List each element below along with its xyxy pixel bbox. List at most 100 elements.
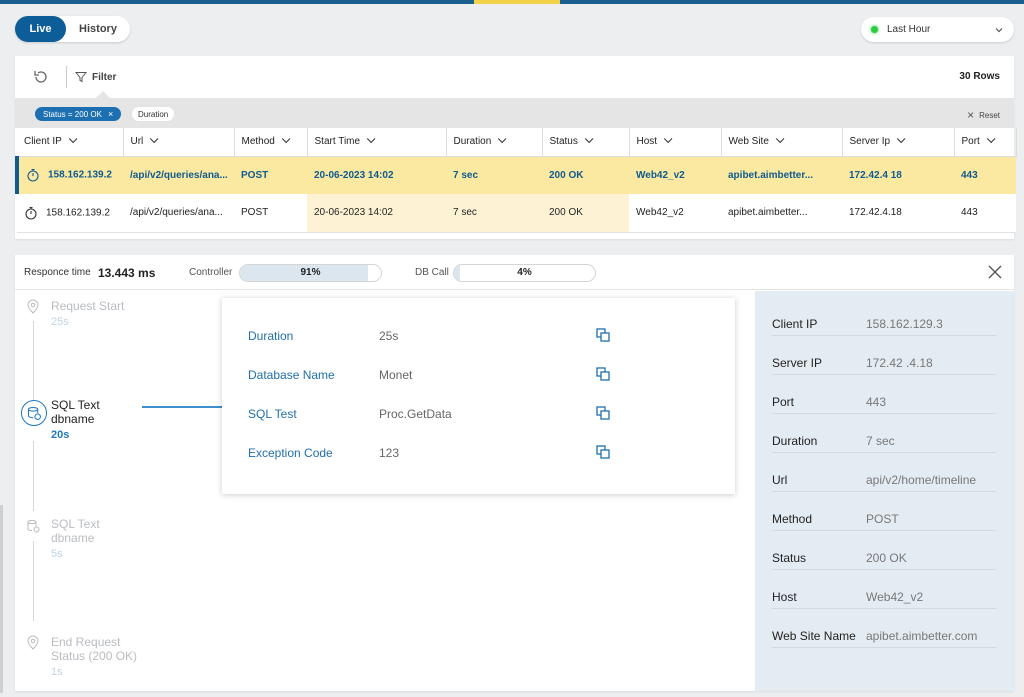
cell-method: POST	[234, 194, 307, 233]
info-key: Server IP	[772, 356, 823, 370]
cell-client-ip: 158.162.139.2	[17, 194, 123, 233]
detail-value: Proc.GetData	[379, 407, 452, 421]
copy-icon[interactable]	[596, 328, 610, 342]
column-header-label: Server Ip	[849, 136, 891, 148]
rows-count: 30 Rows	[959, 71, 1000, 82]
cell-host: Web42_v2	[629, 156, 721, 194]
chevron-down-icon	[498, 134, 507, 144]
timeline-step-title: Request Start	[51, 299, 125, 313]
table-row[interactable]: 158.162.139.2 /api/v2/queries/ana... POS…	[15, 156, 1016, 194]
database-icon	[27, 519, 40, 533]
info-key: Status	[772, 551, 807, 565]
cell-host: Web42_v2	[629, 194, 721, 233]
detail-value: 123	[379, 446, 400, 460]
detail-row: Exception Code 123	[248, 443, 718, 463]
column-header-label: Method	[241, 136, 275, 148]
info-key: Client IP	[772, 317, 818, 331]
chevron-down-icon	[986, 134, 996, 144]
cell-web-site: apibet.aimbetter...	[721, 156, 842, 194]
column-header[interactable]: Method	[234, 128, 308, 157]
copy-icon[interactable]	[596, 406, 610, 420]
detail-header: Responce time 13.443 ms Controller 91% D…	[15, 255, 1014, 290]
info-key: Port	[772, 395, 795, 409]
column-header[interactable]: Web Site	[721, 128, 843, 157]
mode-toggle: Live History	[15, 16, 130, 42]
cell-method: POST	[234, 156, 307, 194]
column-header-label: Client IP	[24, 136, 62, 148]
chevron-down-icon	[366, 134, 376, 144]
reset-button[interactable]: × Reset	[967, 108, 1000, 122]
info-value: 158.162.129.3	[866, 317, 943, 331]
cell-start-time: 20-06-2023 14:02	[307, 194, 446, 233]
refresh-icon[interactable]	[33, 69, 49, 85]
cell-port: 443	[954, 156, 1016, 194]
info-row: Server IP 172.42 .4.18	[772, 345, 996, 375]
column-header[interactable]: Client IP	[17, 128, 124, 157]
table-header: Client IP Url Method Start Time Duration…	[17, 128, 1017, 157]
db-call-progress-value: 4%	[517, 267, 532, 278]
timeline-step-title: SQL Text	[51, 398, 100, 412]
detail-value: Monet	[379, 368, 413, 382]
timeline-connector	[33, 321, 34, 403]
close-icon[interactable]	[986, 263, 1004, 281]
request-detail-panel: Responce time 13.443 ms Controller 91% D…	[15, 255, 1014, 691]
filter-button[interactable]: Filter	[75, 70, 116, 84]
timeline-step-time: 1s	[51, 666, 63, 678]
requests-table: Client IP Url Method Start Time Duration…	[15, 128, 1017, 233]
detail-row: SQL Test Proc.GetData	[248, 404, 718, 424]
location-pin-icon	[27, 635, 39, 650]
filter-icon	[75, 72, 87, 83]
column-header-label: Duration	[453, 136, 492, 148]
cell-server-ip: 172.42.4 18	[842, 156, 954, 194]
chevron-down-icon	[68, 134, 78, 144]
chevron-down-icon	[995, 27, 1003, 32]
time-range-select[interactable]: Last Hour	[861, 17, 1014, 42]
column-header[interactable]: Host	[629, 128, 722, 157]
info-key: Duration	[772, 434, 818, 448]
column-header-label: Url	[130, 136, 144, 148]
tab-live[interactable]: Live	[15, 16, 66, 42]
column-header[interactable]: Url	[123, 128, 235, 157]
status-filter-chip-label: Status = 200 OK	[43, 109, 102, 119]
info-row: Client IP 158.162.129.3	[772, 306, 996, 336]
column-header[interactable]: Start Time	[307, 128, 447, 157]
scrollbar[interactable]	[0, 505, 3, 693]
info-value: POST	[866, 512, 899, 526]
info-row: Web Site Name apibet.aimbetter.com	[772, 618, 996, 648]
detail-value: 25s	[379, 329, 399, 343]
cell-client-ip: 158.162.139.2	[15, 156, 123, 194]
copy-icon[interactable]	[596, 367, 610, 381]
request-timeline: Request Start 25s SQL Text dbname 20s SQ…	[15, 291, 220, 691]
cell-url: /api/v2/queries/ana...	[123, 194, 234, 233]
info-key: Web Site Name	[772, 629, 856, 643]
tab-history[interactable]: History	[66, 16, 130, 42]
column-header[interactable]: Status	[542, 128, 630, 157]
column-header[interactable]: Duration	[446, 128, 543, 157]
timeline-step-time: 20s	[51, 429, 70, 441]
column-header[interactable]: Server Ip	[842, 128, 955, 157]
info-key: Host	[772, 590, 797, 604]
timeline-step-subtitle: dbname	[51, 412, 95, 426]
column-header[interactable]: Port	[954, 128, 1017, 157]
response-time-label: Responce time	[24, 267, 91, 278]
database-icon	[21, 400, 47, 426]
stopwatch-icon	[27, 169, 39, 182]
duration-filter-chip[interactable]: Duration	[132, 107, 175, 121]
column-header-label: Web Site	[728, 136, 769, 148]
column-header-label: Host	[636, 136, 658, 148]
timeline-step-subtitle: dbname	[51, 531, 95, 545]
cell-start-time: 20-06-2023 14:02	[307, 156, 446, 194]
info-key: Method	[772, 512, 813, 526]
status-filter-chip[interactable]: Status = 200 OK ×	[35, 107, 122, 121]
detail-key: Exception Code	[248, 446, 333, 460]
cell-port: 443	[954, 194, 1016, 233]
copy-icon[interactable]	[596, 445, 610, 459]
top-bar-accent	[474, 0, 560, 4]
chevron-down-icon	[281, 134, 291, 144]
table-row[interactable]: 158.162.139.2 /api/v2/queries/ana... POS…	[17, 194, 1016, 233]
filter-chips-bar: Status = 200 OK × Duration × Reset	[15, 98, 1014, 128]
close-icon[interactable]: ×	[108, 109, 113, 119]
chevron-down-icon	[584, 134, 594, 144]
location-pin-icon	[27, 299, 39, 314]
info-value: 172.42 .4.18	[866, 356, 933, 370]
